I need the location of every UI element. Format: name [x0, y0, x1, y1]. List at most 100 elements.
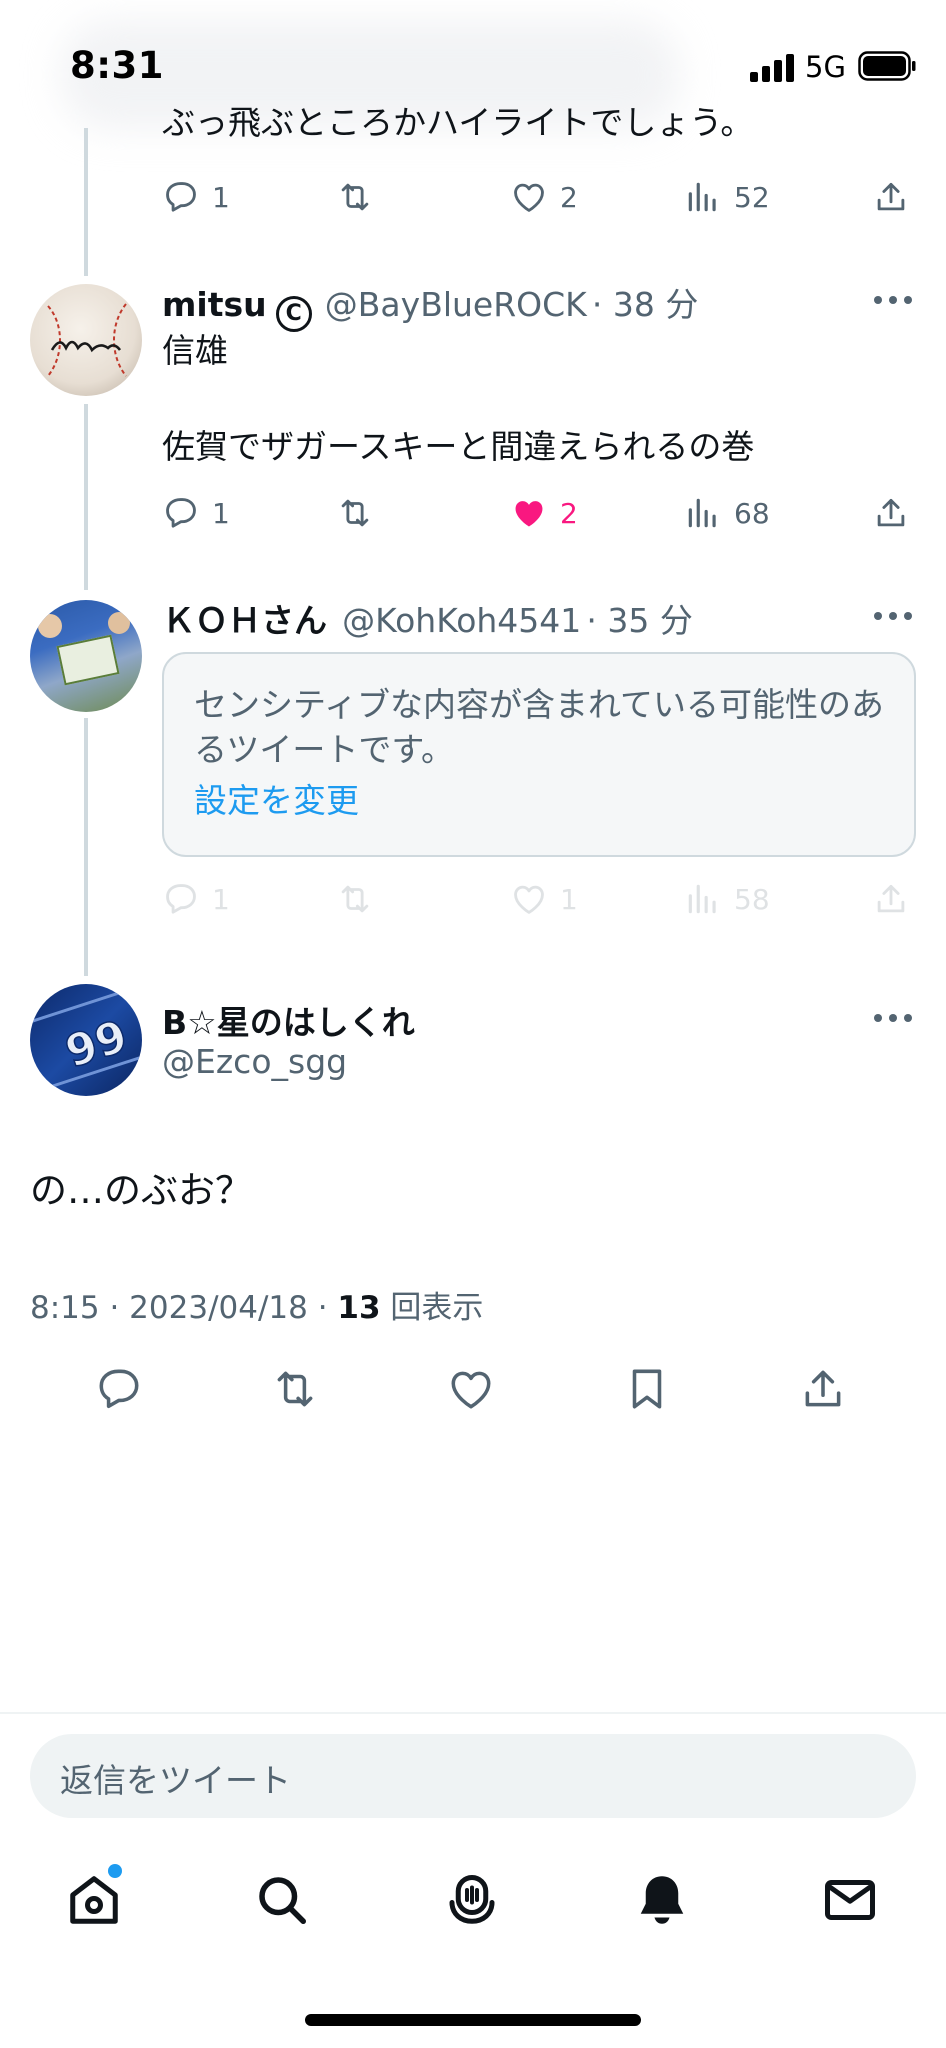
more-options-icon[interactable]: [874, 296, 914, 306]
like-button[interactable]: [446, 1364, 496, 1414]
reply-button[interactable]: [94, 1364, 144, 1414]
retweet-icon: [341, 183, 369, 211]
user-handle[interactable]: @BayBlueROCK: [325, 285, 587, 324]
avatar[interactable]: [30, 600, 142, 712]
thread-line: [84, 128, 88, 276]
more-options-icon[interactable]: [874, 1014, 914, 1024]
like-icon: [514, 183, 544, 212]
svg-text:99: 99: [60, 1011, 134, 1078]
views-count: 58: [734, 882, 770, 916]
share-icon: [877, 182, 905, 211]
tab-messages[interactable]: [820, 1870, 880, 1930]
person-icon: [108, 612, 130, 634]
baseball-icon: [47, 303, 127, 377]
reply-button[interactable]: 1: [162, 880, 230, 918]
share-button[interactable]: [872, 880, 910, 918]
views-icon: [688, 182, 716, 212]
display-name[interactable]: ＫＯＨさん: [162, 601, 327, 640]
like-button-active[interactable]: 2: [510, 494, 578, 532]
like-button[interactable]: 2: [510, 178, 578, 216]
reply-count: 1: [212, 496, 230, 530]
prev-tweet-text: ぶっ飛ぶところかハイライトでしょう。: [162, 103, 754, 140]
like-filled-icon: [515, 501, 543, 527]
divider: [0, 1712, 946, 1714]
reply-icon: [166, 182, 196, 212]
reply-icon: [166, 884, 196, 914]
main-tweet-text: の…のぶお？: [30, 1169, 252, 1212]
reply-icon: [99, 1369, 139, 1409]
like-icon: [514, 885, 544, 914]
copyright-badge-icon: C: [275, 296, 312, 332]
notifications-icon: [640, 1876, 684, 1924]
views-button[interactable]: 68: [684, 494, 770, 532]
views-icon: [688, 498, 716, 528]
tweet-header: ＫＯＨさん @KohKoh4541 · 35 分: [162, 594, 693, 642]
tweet-timestamp: 8:15 · 2023/04/18 ·: [30, 1290, 328, 1326]
tweet-header: mitsu C @BayBlueROCK · 38 分: [162, 278, 698, 332]
user-handle[interactable]: @Ezco_sgg: [162, 1042, 347, 1081]
tweet-text-line2: 佐賀でザガースキーと間違えられるの巻: [162, 427, 755, 466]
reply-input[interactable]: 返信をツイート: [30, 1734, 916, 1818]
views-label: 回表示: [390, 1290, 484, 1326]
search-icon: [259, 1877, 306, 1924]
display-name[interactable]: mitsu: [162, 285, 267, 324]
display-name[interactable]: B☆星のはしくれ: [162, 996, 415, 1044]
tab-notifications[interactable]: [632, 1870, 692, 1930]
reply-icon: [166, 498, 196, 528]
avatar[interactable]: 99: [30, 984, 142, 1096]
share-button[interactable]: [798, 1364, 848, 1414]
retweet-button[interactable]: [336, 880, 374, 918]
views-count: 13: [337, 1290, 381, 1326]
sensitive-content-notice: センシティブな内容が含まれている可能性のあるツイートです。 設定を変更: [162, 652, 916, 857]
retweet-button[interactable]: [336, 178, 374, 216]
retweet-button[interactable]: [336, 494, 374, 532]
reply-button[interactable]: 1: [162, 178, 230, 216]
retweet-icon: [277, 1371, 313, 1407]
views-button[interactable]: 58: [684, 880, 770, 918]
tab-search[interactable]: [252, 1870, 312, 1930]
like-count: 1: [560, 882, 578, 916]
status-time: 8:31: [70, 44, 165, 87]
retweet-button[interactable]: [270, 1364, 320, 1414]
like-count: 2: [560, 496, 578, 530]
spaces-icon: [449, 1875, 495, 1924]
battery-icon: [858, 51, 916, 81]
reply-button[interactable]: 1: [162, 494, 230, 532]
like-count: 2: [560, 180, 578, 214]
tweet-meta: 8:15 · 2023/04/18 · 13 回表示: [30, 1282, 483, 1327]
signal-icon: [750, 54, 794, 82]
tab-home[interactable]: [64, 1870, 124, 1930]
like-icon: [451, 1371, 491, 1409]
views-count: 68: [734, 496, 770, 530]
retweet-icon: [341, 885, 369, 913]
reply-count: 1: [212, 180, 230, 214]
retweet-icon: [341, 499, 369, 527]
tweet-time: · 38 分: [591, 285, 699, 324]
views-button[interactable]: 52: [684, 178, 770, 216]
home-icon: [70, 1876, 118, 1924]
new-content-dot: [108, 1864, 122, 1878]
share-button[interactable]: [872, 494, 910, 532]
like-button[interactable]: 1: [510, 880, 578, 918]
tweet-time: · 35 分: [586, 601, 693, 640]
person-icon: [38, 614, 62, 638]
thread-line: [84, 404, 88, 590]
share-icon: [877, 884, 905, 913]
reply-count: 1: [212, 882, 230, 916]
change-settings-link[interactable]: 設定を変更: [194, 774, 359, 822]
views-count: 52: [734, 180, 770, 214]
network-label: 5G: [805, 50, 846, 84]
user-handle[interactable]: @KohKoh4541: [342, 601, 581, 640]
tab-spaces[interactable]: [442, 1870, 502, 1930]
reply-placeholder: 返信をツイート: [60, 1761, 291, 1800]
more-options-icon[interactable]: [874, 612, 914, 622]
bookmark-button[interactable]: [622, 1364, 672, 1414]
banner-icon: [56, 634, 120, 686]
views-icon: [688, 884, 716, 914]
sensitive-notice-text: センシティブな内容が含まれている可能性のあるツイートです。: [194, 685, 885, 769]
share-button[interactable]: [872, 178, 910, 216]
messages-icon: [825, 1880, 875, 1920]
avatar[interactable]: [30, 284, 142, 396]
tweet-text-line1: 信雄: [162, 331, 228, 370]
home-indicator: [305, 2014, 641, 2026]
